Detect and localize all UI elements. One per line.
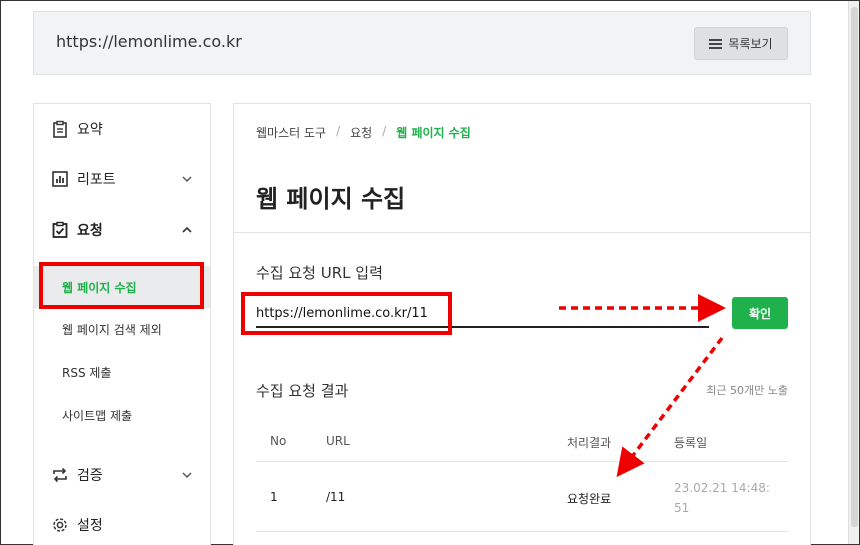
sidebar-item-report[interactable]: 리포트 (34, 164, 210, 194)
breadcrumb-current: 웹 페이지 수집 (396, 126, 471, 140)
page-title: 웹 페이지 수집 (256, 185, 406, 213)
gear-icon (53, 518, 67, 532)
column-header-no: No (270, 434, 287, 448)
sidebar-subitem-label: 웹 페이지 검색 제외 (62, 322, 162, 337)
sidebar-item-label: 요청 (77, 223, 103, 239)
list-view-button[interactable]: 목록보기 (694, 27, 788, 60)
column-header-url: URL (326, 434, 350, 448)
scrollbar[interactable] (848, 1, 859, 544)
breadcrumb-item[interactable]: 웹마스터 도구 (256, 124, 326, 141)
breadcrumb-separator: / (336, 124, 341, 138)
clipboard-icon (53, 120, 67, 138)
list-view-label: 목록보기 (728, 37, 773, 51)
row-date-line2: 51 (674, 501, 690, 515)
url-section-label: 수집 요청 URL 입력 (256, 264, 383, 282)
checklist-icon (52, 221, 68, 238)
row-url: /11 (326, 490, 346, 504)
column-header-status: 처리결과 (567, 436, 612, 450)
table-row: 1 /11 요청완료 23.02.21 14:48: 51 (256, 462, 788, 532)
sidebar-item-label: 검증 (77, 468, 103, 484)
table-header: No URL 처리결과 등록일 (256, 420, 788, 462)
highlight-box-url-input (241, 292, 452, 335)
row-date: 23.02.21 14:48: 51 (674, 478, 784, 518)
chevron-down-icon (182, 176, 192, 183)
chevron-down-icon (182, 472, 192, 479)
row-date-line1: 23.02.21 14:48: (674, 481, 770, 495)
list-icon (709, 38, 723, 49)
breadcrumb-item[interactable]: 요청 (350, 124, 372, 141)
sidebar-item-label: 설정 (77, 518, 103, 534)
sidebar: 요약 리포트 요청 웹 페이지 수집 웹 페이지 검색 제외 RSS 제출 사이… (33, 103, 211, 545)
sidebar-subitem-web-page-exclude[interactable]: 웹 페이지 검색 제외 (34, 308, 210, 350)
top-bar: https://lemonlime.co.kr 목록보기 (33, 11, 811, 75)
bar-chart-icon (52, 171, 68, 187)
breadcrumb: 웹마스터 도구 / 요청 / 웹 페이지 수집 (256, 124, 471, 141)
sidebar-item-summary[interactable]: 요약 (34, 114, 210, 144)
site-url: https://lemonlime.co.kr (56, 32, 242, 51)
confirm-button[interactable]: 확인 (732, 297, 788, 329)
sidebar-subitem-label: RSS 제출 (62, 365, 112, 380)
highlight-box-sidebar (39, 262, 204, 309)
divider (234, 232, 810, 233)
result-note: 최근 50개만 노출 (706, 384, 788, 397)
sidebar-subitem-sitemap-submit[interactable]: 사이트맵 제출 (34, 394, 210, 436)
sidebar-item-verify[interactable]: 검증 (34, 460, 210, 490)
sidebar-item-settings[interactable]: 설정 (34, 510, 210, 540)
row-status: 요청완료 (567, 492, 612, 506)
row-no: 1 (270, 490, 278, 504)
sidebar-item-request[interactable]: 요청 (34, 215, 210, 245)
chevron-up-icon (182, 226, 192, 233)
repeat-icon (53, 467, 67, 483)
sidebar-item-label: 요약 (77, 122, 103, 138)
sidebar-item-label: 리포트 (77, 172, 116, 188)
sidebar-subitem-label: 사이트맵 제출 (62, 408, 133, 423)
column-header-date: 등록일 (674, 436, 708, 450)
scrollbar-thumb[interactable] (851, 7, 858, 527)
sidebar-subitem-rss-submit[interactable]: RSS 제출 (34, 351, 210, 393)
breadcrumb-separator: / (382, 124, 387, 138)
result-section-label: 수집 요청 결과 (256, 382, 349, 400)
